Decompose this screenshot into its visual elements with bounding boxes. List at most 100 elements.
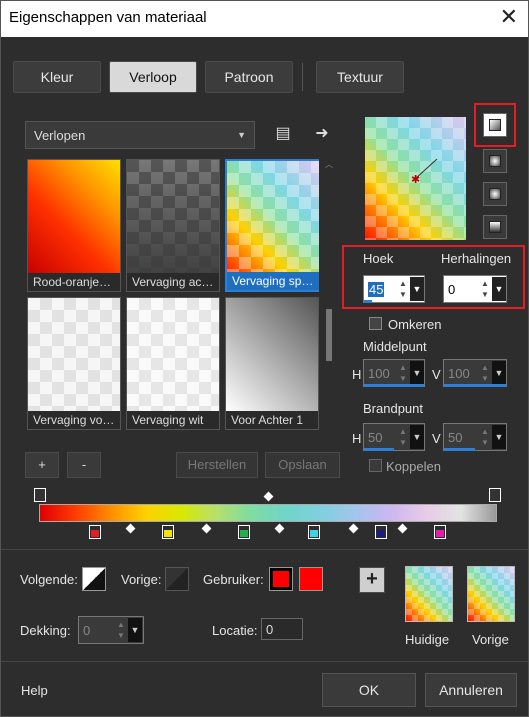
spin-arrows-icon[interactable]: ▲ ▼ (479, 278, 491, 300)
opacity-stop-end[interactable] (489, 488, 501, 502)
color-midpoint[interactable] (397, 523, 408, 534)
focal-v-spinner[interactable]: 50 ▲ ▼ ▼ (443, 423, 507, 451)
prev-swatch[interactable] (165, 567, 189, 591)
divider (1, 549, 528, 550)
chevron-down-icon[interactable]: ▼ (492, 361, 506, 385)
gradient-item-vervaging-wit[interactable]: Vervaging wit (126, 297, 220, 430)
save-gradient-button[interactable]: Opslaan (265, 452, 340, 478)
center-h-spinner[interactable]: 100 ▲ ▼ ▼ (363, 359, 425, 387)
gradient-preview (227, 161, 319, 274)
location-label: Locatie: (212, 623, 258, 638)
chevron-down-icon[interactable]: ▼ (492, 425, 506, 449)
spin-arrows-icon[interactable]: ▲ ▼ (397, 278, 409, 300)
gradient-preview (28, 298, 120, 411)
color-stop[interactable] (434, 525, 446, 539)
gradient-editor-bar[interactable] (39, 504, 497, 522)
opacity-stop-start[interactable] (34, 488, 46, 502)
add-gradient-button[interactable]: + (25, 452, 59, 478)
opacity-spinner[interactable]: 0 ▲ ▼ ▼ (78, 616, 144, 644)
resource-manager-icon[interactable]: ▤ (271, 122, 295, 146)
reset-button[interactable]: Herstellen (176, 452, 258, 478)
spin-arrows-icon[interactable]: ▲ ▼ (397, 362, 409, 384)
color-stop[interactable] (308, 525, 320, 539)
angle-spinner[interactable]: 45 ▲ ▼ ▼ (363, 275, 425, 303)
focal-point-label: Brandpunt (363, 401, 423, 416)
tab-textuur[interactable]: Textuur (316, 61, 404, 93)
gradient-direction-preview[interactable]: ✱ (365, 117, 466, 240)
rectangular-style-button[interactable] (483, 149, 507, 173)
chevron-down-icon[interactable]: ▼ (410, 361, 424, 385)
gradient-library-dropdown[interactable]: Verlopen ▼ (25, 121, 255, 149)
linear-style-button[interactable] (483, 113, 507, 137)
help-link[interactable]: Help (21, 683, 48, 698)
link-checkbox[interactable] (369, 459, 382, 472)
invert-label: Omkeren (388, 317, 442, 332)
material-properties-dialog: Eigenschappen van materiaal ✕ Kleur Verl… (0, 0, 529, 717)
gradient-item-vervaging-vo[interactable]: Vervaging vo… (27, 297, 121, 430)
repeats-value: 0 (448, 282, 456, 297)
color-stop[interactable] (375, 525, 387, 539)
tab-patroon[interactable]: Patroon (205, 61, 293, 93)
location-input[interactable]: 0 (261, 618, 303, 640)
opacity-midpoint[interactable] (263, 491, 274, 502)
user-swatch-outer[interactable] (269, 567, 293, 591)
focal-h-spinner[interactable]: 50 ▲ ▼ ▼ (363, 423, 425, 451)
repeats-spinner[interactable]: 0 ▲ ▼ ▼ (443, 275, 507, 303)
focal-h-value: 50 (368, 430, 383, 445)
chevron-down-icon[interactable]: ▼ (492, 277, 506, 301)
radial-style-button[interactable] (483, 215, 507, 239)
spin-arrows-icon[interactable]: ▲ ▼ (479, 362, 491, 384)
scroll-up-icon[interactable]: ︿ (325, 159, 333, 170)
color-stop[interactable] (238, 525, 250, 539)
invert-checkbox[interactable] (369, 317, 382, 330)
cancel-button[interactable]: Annuleren (425, 673, 517, 707)
color-midpoint[interactable] (201, 523, 212, 534)
tab-verloop[interactable]: Verloop (109, 61, 197, 93)
color-stop[interactable] (89, 525, 101, 539)
color-midpoint[interactable] (348, 523, 359, 534)
gradient-item-rood-oranje[interactable]: Rood-oranje… (27, 159, 121, 292)
color-stop[interactable] (162, 525, 174, 539)
previous-label: Vorige (472, 632, 509, 647)
user-swatch-fill (273, 571, 289, 587)
sunburst-style-button[interactable] (483, 182, 507, 206)
svg-text:✱: ✱ (411, 173, 420, 186)
next-swatch[interactable] (82, 567, 106, 591)
divider (1, 661, 528, 662)
remove-gradient-button[interactable]: - (67, 452, 101, 478)
angle-value: 45 (368, 282, 385, 297)
spin-arrows-icon[interactable]: ▲ ▼ (115, 619, 127, 641)
chevron-down-icon[interactable]: ▼ (128, 618, 142, 642)
color-midpoint[interactable] (274, 523, 285, 534)
previous-preview[interactable] (467, 566, 515, 622)
color-midpoint[interactable] (125, 523, 136, 534)
gradient-item-vervaging-ac[interactable]: Vervaging ac… (126, 159, 220, 292)
current-preview[interactable] (405, 566, 453, 622)
scrollbar-thumb[interactable] (326, 309, 332, 361)
opacity-value: 0 (83, 623, 91, 638)
center-v-spinner[interactable]: 100 ▲ ▼ ▼ (443, 359, 507, 387)
library-scrollbar[interactable]: ︿ (323, 159, 335, 433)
user-color-swatch[interactable] (299, 567, 323, 591)
tab-separator (302, 63, 303, 91)
focal-v-value: 50 (448, 430, 463, 445)
gradient-item-voor-achter[interactable]: Voor Achter 1 (225, 297, 319, 430)
chevron-down-icon[interactable]: ▼ (410, 425, 424, 449)
focal-h-slider-fill (364, 448, 394, 451)
angle-label: Hoek (363, 251, 394, 266)
chevron-down-icon: ▼ (237, 130, 246, 140)
gradient-item-vervaging-sp[interactable]: Vervaging sp… (225, 159, 319, 292)
color-stop-fill (164, 530, 172, 537)
spin-arrows-icon[interactable]: ▲ ▼ (397, 426, 409, 448)
gradient-label: Vervaging vo… (28, 411, 120, 429)
prev-label: Vorige: (121, 572, 162, 587)
gradient-label: Vervaging ac… (127, 273, 219, 291)
add-to-palette-button[interactable]: + (359, 567, 385, 593)
ok-button[interactable]: OK (322, 673, 416, 707)
chevron-down-icon[interactable]: ▼ (410, 277, 424, 301)
tab-kleur[interactable]: Kleur (13, 61, 101, 93)
close-icon[interactable]: ✕ (500, 5, 518, 29)
spin-arrows-icon[interactable]: ▲ ▼ (479, 426, 491, 448)
link-label: Koppelen (386, 459, 441, 474)
arrow-right-icon[interactable]: ➜ (310, 122, 334, 146)
